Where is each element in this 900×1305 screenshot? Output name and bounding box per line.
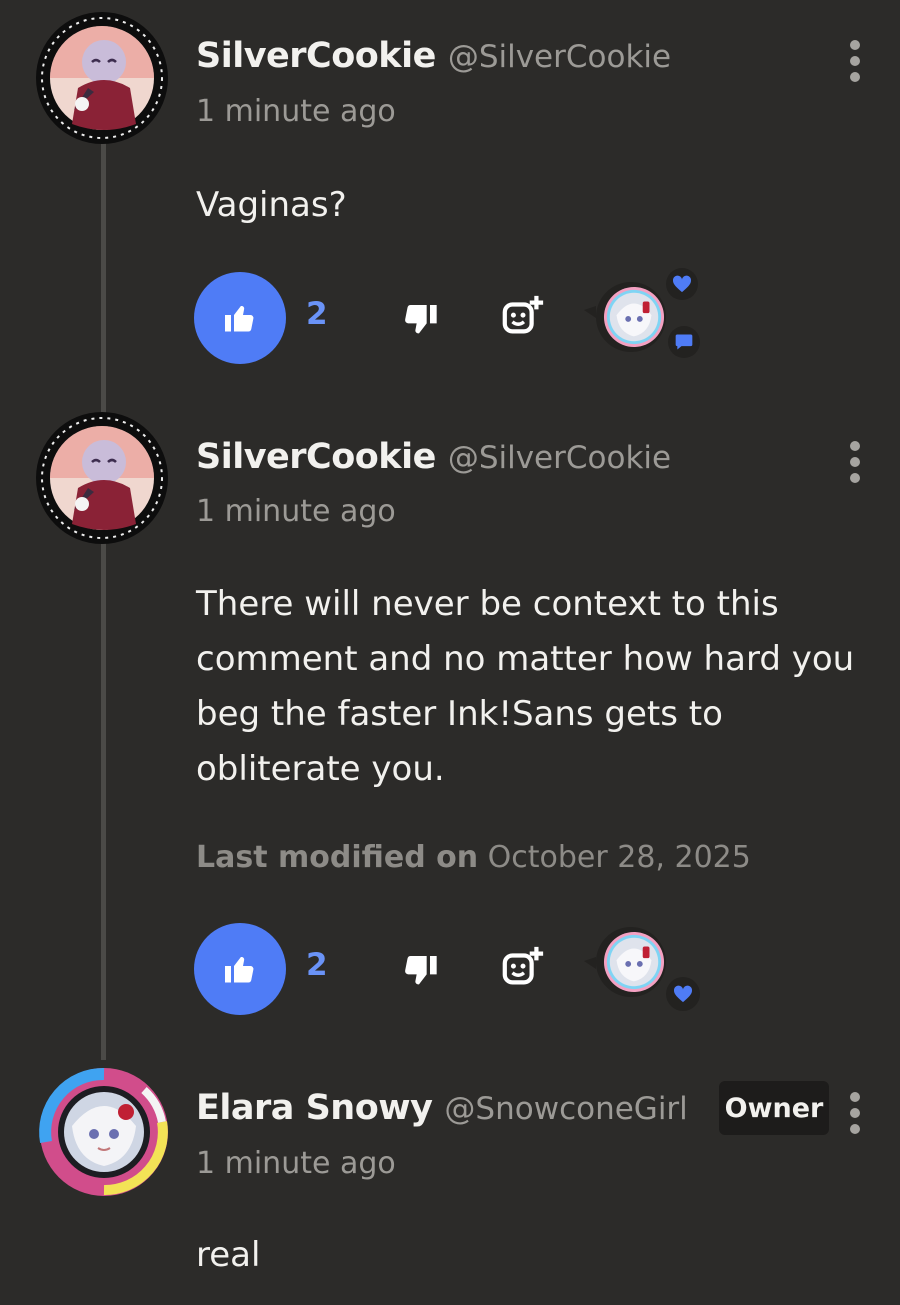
user-handle[interactable]: @SilverCookie [448, 39, 671, 75]
more-menu-button[interactable] [838, 441, 872, 483]
heart-icon [666, 268, 698, 300]
dislike-button[interactable] [400, 300, 440, 340]
add-reaction-icon [502, 295, 544, 334]
comment-body: real [196, 1235, 261, 1275]
like-button[interactable] [194, 923, 286, 1015]
add-reaction-button[interactable] [500, 945, 546, 991]
comment-header: SilverCookie @SilverCookie [196, 437, 671, 477]
avatar[interactable] [34, 10, 170, 146]
add-reaction-button[interactable] [500, 294, 546, 340]
modified-date: October 28, 2025 [487, 840, 751, 875]
like-button[interactable] [194, 272, 286, 364]
display-name[interactable]: SilverCookie [196, 437, 436, 477]
more-menu-button[interactable] [838, 40, 872, 82]
add-reaction-icon [502, 946, 544, 985]
avatar[interactable] [36, 1064, 172, 1200]
comment-body: Vaginas? [196, 185, 347, 225]
like-count: 2 [306, 296, 328, 332]
display-name[interactable]: Elara Snowy [196, 1088, 433, 1128]
comment-header: SilverCookie @SilverCookie [196, 36, 671, 76]
timestamp: 1 minute ago [196, 494, 396, 529]
user-handle[interactable]: @SilverCookie [448, 440, 671, 476]
avatar-elara [36, 1064, 172, 1200]
more-menu-button[interactable] [838, 1092, 872, 1134]
heart-icon [666, 977, 700, 1011]
reactions-summary[interactable] [584, 927, 700, 1011]
action-row: 2 [194, 268, 794, 364]
like-count: 2 [306, 947, 328, 983]
owner-badge: Owner [719, 1081, 829, 1135]
avatar-silvercookie [34, 10, 170, 146]
reactor-avatar [603, 286, 665, 348]
thread-line [101, 140, 106, 1060]
action-row: 2 [194, 923, 794, 1015]
more-vertical-icon [850, 1092, 860, 1102]
user-handle[interactable]: @SnowconeGirl [444, 1091, 687, 1127]
thumbs-up-icon [225, 956, 254, 983]
avatar-silvercookie [34, 410, 170, 546]
more-vertical-icon [850, 441, 860, 451]
dislike-button[interactable] [400, 951, 440, 991]
thumbs-down-icon [405, 955, 437, 985]
modified-label: Last modified on [196, 840, 479, 875]
comment-body: There will never be context to this comm… [196, 584, 855, 789]
timestamp: 1 minute ago [196, 94, 396, 129]
thumbs-up-icon [225, 305, 254, 332]
comment-header: Elara Snowy @SnowconeGirl [196, 1088, 688, 1128]
reactions-summary[interactable] [584, 268, 700, 358]
thumbs-down-icon [405, 304, 437, 334]
reactor-avatar [603, 931, 665, 993]
chat-bubble-icon [668, 326, 700, 358]
more-vertical-icon [850, 40, 860, 50]
last-modified: Last modified on October 28, 2025 [196, 840, 751, 875]
display-name[interactable]: SilverCookie [196, 36, 436, 76]
timestamp: 1 minute ago [196, 1146, 396, 1181]
avatar[interactable] [34, 410, 170, 546]
